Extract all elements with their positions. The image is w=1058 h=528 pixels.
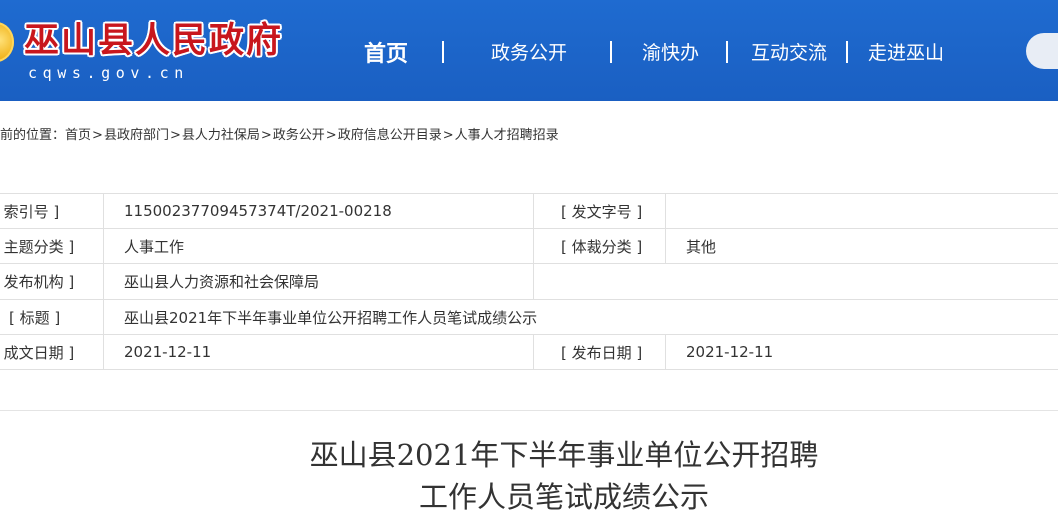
nav-item-gov-affairs[interactable]: 政务公开	[491, 38, 567, 65]
index-number-value: 11500237709457374T/2021-00218	[103, 193, 534, 229]
site-header: 巫山县人民政府 cqws.gov.cn 首页 政务公开 渝快办 互动交流 走进巫…	[0, 0, 1058, 101]
nav-item-home[interactable]: 首页	[364, 36, 408, 68]
nav-separator	[442, 41, 444, 63]
nav-separator	[726, 41, 728, 63]
title-value: 巫山县2021年下半年事业单位公开招聘工作人员笔试成绩公示	[103, 299, 1058, 335]
title-label: [ 标题 ]	[0, 299, 104, 335]
breadcrumb-item-gov-affairs[interactable]: 政务公开	[273, 128, 325, 143]
nav-item-interaction[interactable]: 互动交流	[751, 38, 827, 65]
breadcrumb: 前的位置：首页>县政府部门>县人力社保局>政务公开>政府信息公开目录>人事人才招…	[0, 124, 559, 143]
genre-category-value: 其他	[665, 228, 1058, 264]
site-title[interactable]: 巫山县人民政府	[24, 12, 283, 63]
nav-separator	[610, 41, 612, 63]
genre-category-label: [ 体裁分类 ]	[533, 228, 666, 264]
breadcrumb-item-recruitment[interactable]: 人事人才招聘招录	[455, 128, 559, 143]
breadcrumb-separator: >	[260, 128, 272, 143]
publish-date-value: 2021-12-11	[665, 334, 1058, 370]
written-date-label: [ 成文日期 ]	[0, 334, 104, 370]
document-number-label: [ 发文字号 ]	[533, 193, 666, 229]
breadcrumb-separator: >	[169, 128, 181, 143]
article-title-line: 工作人员笔试成绩公示	[418, 480, 709, 514]
table-row: [ 主题分类 ] 人事工作 [ 体裁分类 ] 其他	[0, 228, 1058, 264]
table-row: [ 成文日期 ] 2021-12-11 [ 发布日期 ] 2021-12-11	[0, 334, 1058, 370]
written-date-value: 2021-12-11	[103, 334, 534, 370]
search-input[interactable]	[1026, 33, 1058, 69]
breadcrumb-item-hr-bureau[interactable]: 县人力社保局	[182, 128, 260, 143]
table-row: [ 标题 ] 巫山县2021年下半年事业单位公开招聘工作人员笔试成绩公示	[0, 299, 1058, 335]
breadcrumb-item-departments[interactable]: 县政府部门	[104, 128, 169, 143]
publish-date-label: [ 发布日期 ]	[533, 334, 666, 370]
empty-cell	[533, 263, 1058, 300]
document-number-value	[665, 193, 1058, 229]
breadcrumb-item-home[interactable]: 首页	[65, 128, 91, 143]
table-row: [ 发布机构 ] 巫山县人力资源和社会保障局	[0, 263, 1058, 300]
index-number-label: [ 索引号 ]	[0, 193, 104, 229]
content-divider	[0, 410, 1058, 411]
breadcrumb-prefix: 前的位置：	[0, 128, 66, 143]
article-title: 巫山县2021年下半年事业单位公开招聘 工作人员笔试成绩公示	[0, 434, 1058, 518]
national-emblem-icon	[0, 22, 14, 62]
site-domain: cqws.gov.cn	[28, 64, 189, 82]
breadcrumb-separator: >	[92, 128, 103, 143]
breadcrumb-separator: >	[442, 128, 454, 143]
nav-item-yukuaiban[interactable]: 渝快办	[642, 38, 699, 65]
topic-category-value: 人事工作	[103, 228, 534, 264]
breadcrumb-separator: >	[325, 128, 337, 143]
article-title-line: 巫山县2021年下半年事业单位公开招聘	[309, 438, 819, 472]
document-meta-table: [ 索引号 ] 11500237709457374T/2021-00218 [ …	[0, 193, 1058, 370]
table-row: [ 索引号 ] 11500237709457374T/2021-00218 [ …	[0, 193, 1058, 229]
nav-item-about-wushan[interactable]: 走进巫山	[868, 38, 944, 65]
publisher-value: 巫山县人力资源和社会保障局	[103, 263, 534, 300]
publisher-label: [ 发布机构 ]	[0, 263, 104, 300]
breadcrumb-item-disclosure-catalog[interactable]: 政府信息公开目录	[338, 128, 442, 143]
nav-separator	[846, 41, 848, 63]
topic-category-label: [ 主题分类 ]	[0, 228, 104, 264]
